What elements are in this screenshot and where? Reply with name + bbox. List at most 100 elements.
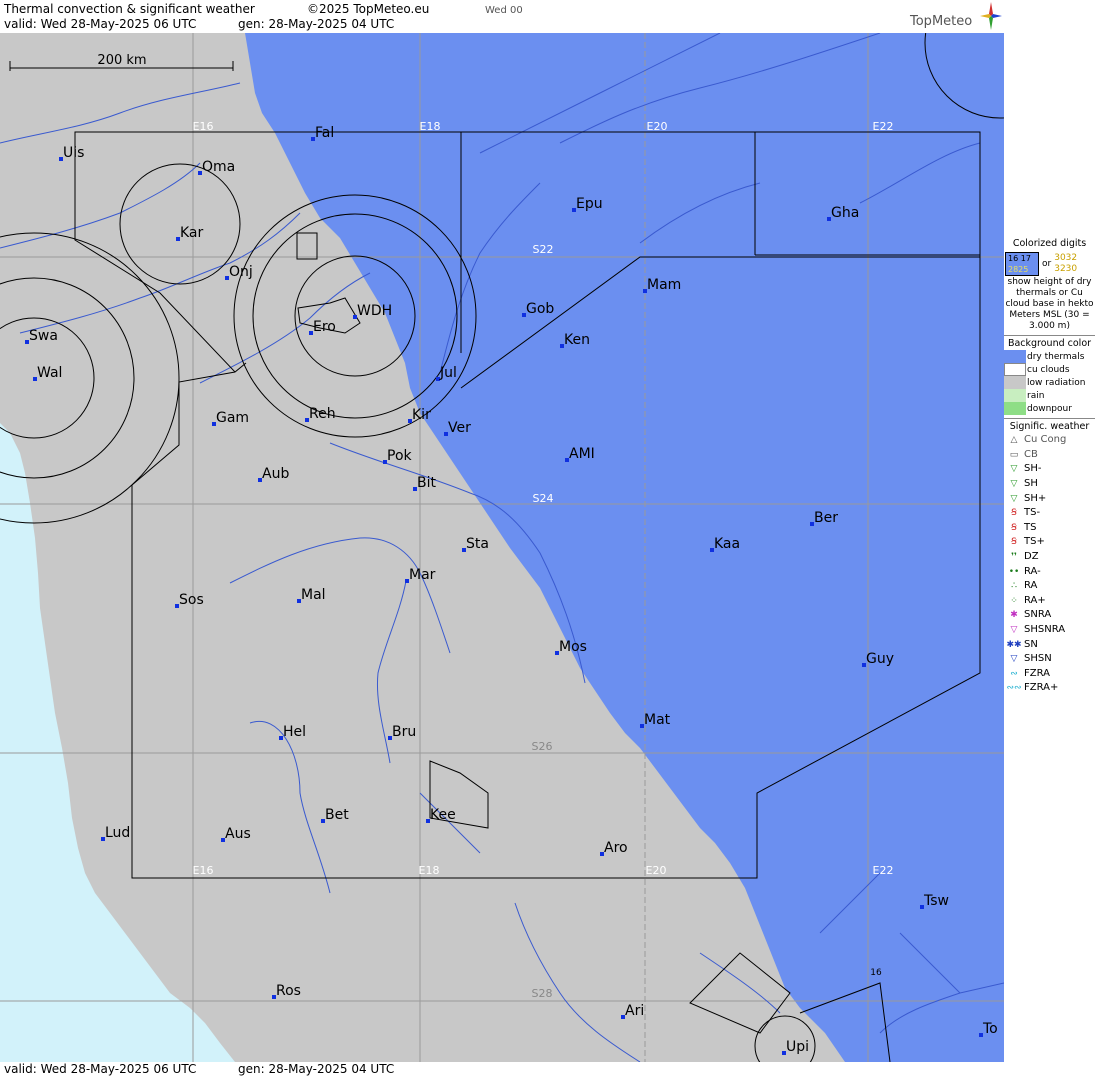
legend-background-title: Background color bbox=[1007, 338, 1092, 349]
place-label-sos: Sos bbox=[179, 592, 204, 608]
footer-generated-time: gen: 28-May-2025 04 UTC bbox=[238, 1062, 395, 1076]
legend-description: show height of dry thermals or Cu cloud … bbox=[1005, 277, 1094, 331]
place-label-ber: Ber bbox=[814, 510, 838, 526]
legend-weather-label: SH bbox=[1024, 478, 1038, 490]
svg-text:E16: E16 bbox=[193, 120, 214, 133]
place-label-to: To bbox=[982, 1021, 998, 1037]
legend-weather-label: SNRA bbox=[1024, 609, 1052, 621]
legend-weather-label: TS+ bbox=[1024, 536, 1045, 548]
legend-or: or bbox=[1042, 259, 1052, 269]
legend-weather-label: RA+ bbox=[1024, 594, 1046, 606]
legend-weather-item: ∴ RA bbox=[1004, 579, 1095, 594]
legend-bg-item: dry thermals bbox=[1004, 350, 1095, 363]
weather-symbol-icon: ✱ bbox=[1010, 610, 1018, 621]
place-label-aub: Aub bbox=[262, 466, 289, 482]
legend-weather-list: △ Cu Cong ▭ CB ▽ SH- ▽ SH ▽ SH+ Ꞩ TS- Ꞩ TS Ꞩ TS+ ❜❜ DZ •• R… bbox=[1004, 433, 1095, 696]
place-label-lud: Lud bbox=[105, 825, 130, 841]
map-legend: Colorized digits 16 17 2825 or 3032 3230… bbox=[1004, 238, 1095, 696]
legend-weather-label: FZRA bbox=[1024, 667, 1050, 679]
legend-bg-label: downpour bbox=[1027, 403, 1072, 414]
thermal-value: 16 bbox=[870, 968, 882, 978]
weather-symbol-icon: ✱✱ bbox=[1006, 639, 1022, 650]
legend-weather-label: RA- bbox=[1024, 565, 1041, 577]
place-label-kaa: Kaa bbox=[714, 536, 740, 552]
weather-symbol-icon: ⁘ bbox=[1010, 595, 1018, 606]
legend-weather-item: ❜❜ DZ bbox=[1004, 550, 1095, 565]
legend-weather-item: ∾∾ FZRA+ bbox=[1004, 681, 1095, 696]
legend-weather-item: •• RA- bbox=[1004, 564, 1095, 579]
weather-symbol-icon: ▽ bbox=[1010, 654, 1018, 665]
legend-weather-item: ▽ SHSNRA bbox=[1004, 623, 1095, 638]
place-label-bet: Bet bbox=[325, 807, 349, 823]
legend-weather-label: TS- bbox=[1024, 507, 1041, 519]
legend-weather-item: ✱ SNRA bbox=[1004, 608, 1095, 623]
legend-weather-label: Cu Cong bbox=[1024, 434, 1067, 446]
svg-text:200 km: 200 km bbox=[97, 53, 146, 68]
legend-bg-item: rain bbox=[1004, 389, 1095, 402]
weather-map[interactable]: 200 km E16 E18 E20 E22 E16 E18 E20 E22 S… bbox=[0, 33, 1004, 1062]
place-label-bit: Bit bbox=[417, 475, 436, 491]
legend-bg-swatch bbox=[1004, 350, 1026, 363]
svg-text:S24: S24 bbox=[533, 492, 554, 505]
place-label-aro: Aro bbox=[604, 840, 628, 856]
weather-symbol-icon: Ꞩ bbox=[1011, 508, 1017, 519]
weather-symbol-icon: •• bbox=[1008, 566, 1020, 577]
place-label-uis: Uis bbox=[63, 145, 84, 161]
weather-symbol-icon: ∾ bbox=[1010, 668, 1018, 679]
weather-symbol-icon: ▽ bbox=[1010, 625, 1018, 636]
svg-text:E18: E18 bbox=[420, 120, 441, 133]
svg-text:E18: E18 bbox=[419, 864, 440, 877]
place-label-reh: Reh bbox=[309, 406, 336, 422]
legend-weather-label: SH+ bbox=[1024, 492, 1047, 504]
legend-bg-swatch bbox=[1004, 402, 1026, 415]
legend-bg-swatch bbox=[1004, 389, 1026, 402]
legend-weather-label: DZ bbox=[1024, 551, 1039, 563]
weather-symbol-icon: ❜❜ bbox=[1011, 552, 1017, 563]
place-label-ami: AMI bbox=[569, 446, 595, 462]
place-label-upi: Upi bbox=[786, 1039, 809, 1055]
place-label-hel: Hel bbox=[283, 724, 306, 740]
legend-weather-label: SH- bbox=[1024, 463, 1042, 475]
legend-weather-title: Signific. weather bbox=[1009, 421, 1090, 432]
legend-bg-swatch bbox=[1004, 376, 1026, 389]
legend-weather-label: SHSNRA bbox=[1024, 624, 1066, 636]
svg-text:S22: S22 bbox=[533, 243, 554, 256]
place-label-swa: Swa bbox=[29, 328, 58, 344]
weather-symbol-icon: ∾∾ bbox=[1006, 683, 1022, 694]
svg-text:E16: E16 bbox=[193, 864, 214, 877]
place-label-epu: Epu bbox=[576, 196, 603, 212]
legend-sample-values: 3032 3230 bbox=[1054, 253, 1078, 274]
place-label-mat: Mat bbox=[644, 712, 671, 728]
weather-symbol-icon: ▽ bbox=[1010, 479, 1018, 490]
legend-bg-label: low radiation bbox=[1027, 377, 1086, 388]
copyright: ©2025 TopMeteo.eu bbox=[307, 2, 430, 16]
svg-text:E22: E22 bbox=[873, 864, 894, 877]
legend-weather-label: TS bbox=[1024, 521, 1037, 533]
legend-sample-box: 16 17 2825 bbox=[1005, 252, 1039, 276]
place-label-gha: Gha bbox=[831, 205, 859, 221]
svg-text:E20: E20 bbox=[647, 120, 668, 133]
place-label-ver: Ver bbox=[448, 420, 471, 436]
weather-symbol-icon: ▽ bbox=[1010, 464, 1018, 475]
legend-bg-item: downpour bbox=[1004, 402, 1095, 415]
place-label-wal: Wal bbox=[37, 365, 62, 381]
legend-sample: 16 17 2825 or 3032 3230 bbox=[1005, 252, 1095, 276]
place-label-kar: Kar bbox=[180, 225, 204, 241]
legend-weather-item: △ Cu Cong bbox=[1004, 433, 1095, 448]
weather-symbol-icon: ▭ bbox=[1009, 449, 1019, 460]
topmeteo-logo-text: TopMeteo bbox=[910, 14, 973, 29]
valid-time: valid: Wed 28-May-2025 06 UTC bbox=[4, 17, 197, 31]
legend-weather-label: CB bbox=[1024, 448, 1038, 460]
legend-weather-label: RA bbox=[1024, 580, 1038, 592]
legend-weather-item: ✱✱ SN bbox=[1004, 637, 1095, 652]
map-title: Thermal convection & significant weather bbox=[4, 2, 255, 16]
legend-weather-item: Ꞩ TS bbox=[1004, 521, 1095, 536]
footer-valid-time: valid: Wed 28-May-2025 06 UTC bbox=[4, 1062, 197, 1076]
place-label-bru: Bru bbox=[392, 724, 416, 740]
place-label-mal: Mal bbox=[301, 587, 326, 603]
legend-weather-label: SHSN bbox=[1024, 653, 1052, 665]
svg-text:S28: S28 bbox=[532, 987, 553, 1000]
place-label-mos: Mos bbox=[559, 639, 587, 655]
svg-text:S26: S26 bbox=[532, 740, 553, 753]
legend-weather-item: Ꞩ TS- bbox=[1004, 506, 1095, 521]
